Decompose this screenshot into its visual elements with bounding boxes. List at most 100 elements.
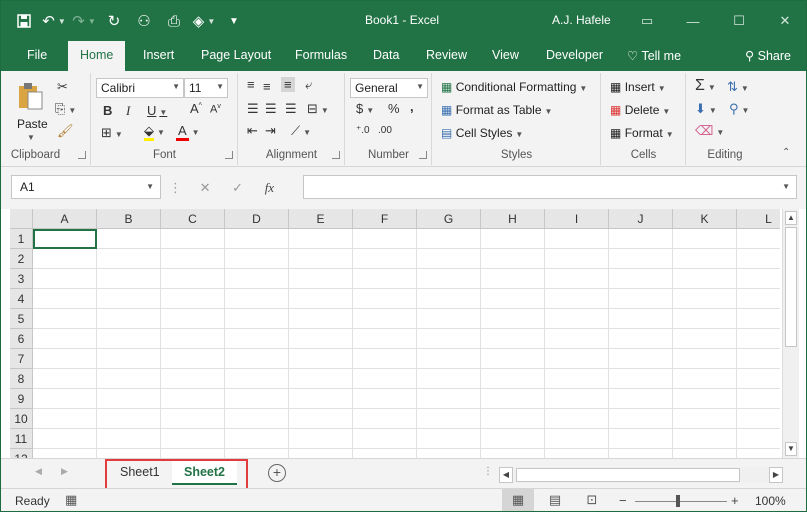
- scroll-right-icon[interactable]: ▶: [769, 467, 783, 483]
- comma-button[interactable]: ,: [410, 99, 414, 114]
- column-header[interactable]: H: [481, 209, 545, 229]
- formula-input[interactable]: ▼: [303, 175, 797, 199]
- clear-icon[interactable]: ⌫ ▼: [695, 123, 724, 139]
- sort-filter-icon[interactable]: ⇅ ▼: [727, 79, 749, 95]
- column-header[interactable]: J: [609, 209, 673, 229]
- print-preview-icon[interactable]: ⎙: [159, 10, 189, 32]
- close-icon[interactable]: ✕: [762, 1, 806, 41]
- number-launcher-icon[interactable]: [419, 151, 427, 159]
- fill-icon[interactable]: ⬇ ▼: [695, 101, 717, 117]
- normal-view-icon[interactable]: ▦: [502, 489, 534, 511]
- selected-cell[interactable]: [33, 229, 97, 249]
- tab-developer[interactable]: Developer: [546, 48, 603, 62]
- format-painter-icon[interactable]: 🖌︎: [57, 123, 74, 139]
- column-header[interactable]: D: [225, 209, 289, 229]
- increase-font-icon[interactable]: A^: [190, 101, 202, 116]
- italic-button[interactable]: I: [126, 103, 130, 119]
- percent-button[interactable]: %: [388, 101, 400, 116]
- splitter-icon[interactable]: ⋮: [169, 180, 182, 195]
- find-select-icon[interactable]: ⚲ ▼: [729, 101, 749, 117]
- bold-button[interactable]: B: [103, 103, 112, 118]
- tab-formulas[interactable]: Formulas: [295, 48, 347, 62]
- row-header[interactable]: 2: [10, 249, 33, 269]
- row-header[interactable]: 3: [10, 269, 33, 289]
- insert-function-icon[interactable]: fx: [265, 180, 274, 195]
- column-header[interactable]: I: [545, 209, 609, 229]
- tell-me-box[interactable]: ♡ Tell me: [627, 48, 681, 63]
- autosum-icon[interactable]: Σ ▼: [695, 77, 716, 95]
- cell-area[interactable]: [33, 229, 780, 458]
- decrease-font-icon[interactable]: Av: [210, 103, 221, 116]
- row-header[interactable]: 11: [10, 429, 33, 449]
- prev-sheet-icon[interactable]: ◀: [35, 466, 42, 477]
- tab-data[interactable]: Data: [373, 48, 399, 62]
- row-header[interactable]: 12: [10, 449, 33, 458]
- row-header[interactable]: 8: [10, 369, 33, 389]
- underline-button[interactable]: U ▼: [147, 103, 167, 118]
- tab-file[interactable]: File: [27, 48, 47, 62]
- fill-color-icon[interactable]: ◈ ▼: [189, 10, 219, 32]
- cell-styles-button[interactable]: ▤ Cell Styles ▼: [441, 126, 523, 140]
- zoom-out-icon[interactable]: −: [619, 493, 627, 508]
- share-button[interactable]: ⚲ Share: [745, 48, 791, 63]
- column-header[interactable]: F: [353, 209, 417, 229]
- column-header[interactable]: C: [161, 209, 225, 229]
- new-sheet-icon[interactable]: +: [268, 464, 286, 482]
- expand-formula-icon[interactable]: ▼: [782, 182, 790, 191]
- customize-icon[interactable]: ▼: [219, 10, 249, 32]
- ribbon-display-icon[interactable]: ▭: [624, 1, 670, 41]
- number-format-select[interactable]: General ▼: [350, 78, 428, 98]
- increase-decimal-icon[interactable]: ⁺.0: [356, 125, 370, 136]
- cancel-icon[interactable]: ✕: [200, 180, 211, 195]
- column-header[interactable]: A: [33, 209, 97, 229]
- accessibility-icon[interactable]: ⚇: [129, 10, 159, 32]
- horizontal-scroll-thumb[interactable]: [516, 468, 740, 482]
- align-right-icon[interactable]: ☰: [285, 101, 297, 117]
- conditional-formatting-button[interactable]: ▦ Conditional Formatting ▼: [441, 80, 587, 94]
- zoom-in-icon[interactable]: +: [731, 493, 739, 508]
- zoom-slider-thumb[interactable]: [676, 495, 680, 507]
- row-header[interactable]: 7: [10, 349, 33, 369]
- row-header[interactable]: 1: [10, 229, 33, 249]
- borders-icon[interactable]: ⊞ ▼: [101, 125, 123, 141]
- align-middle-icon[interactable]: ≡: [263, 79, 271, 94]
- zoom-level[interactable]: 100%: [755, 494, 786, 508]
- wrap-text-icon[interactable]: ⤶: [305, 77, 312, 93]
- orientation-icon[interactable]: ⟋ ▼: [291, 123, 311, 139]
- format-cells-button[interactable]: ▦ Format ▼: [610, 126, 674, 140]
- column-header[interactable]: E: [289, 209, 353, 229]
- font-name-select[interactable]: Calibri ▼: [96, 78, 184, 98]
- merge-center-icon[interactable]: ⊟ ▼: [307, 101, 329, 117]
- user-name[interactable]: A.J. Hafele: [552, 13, 611, 27]
- currency-button[interactable]: $ ▼: [356, 101, 374, 116]
- format-as-table-button[interactable]: ▦ Format as Table ▼: [441, 103, 552, 117]
- font-color-icon[interactable]: A ▼: [176, 123, 200, 141]
- tab-view[interactable]: View: [492, 48, 519, 62]
- enter-icon[interactable]: ✓: [232, 180, 243, 195]
- increase-indent-icon[interactable]: ⇥: [265, 123, 276, 139]
- undo-icon[interactable]: ↶ ▼: [39, 10, 69, 32]
- tab-review[interactable]: Review: [426, 48, 467, 62]
- align-top-icon[interactable]: ≡: [247, 77, 255, 92]
- clipboard-launcher-icon[interactable]: [78, 151, 86, 159]
- row-header[interactable]: 10: [10, 409, 33, 429]
- macro-record-icon[interactable]: ▦: [65, 492, 77, 508]
- page-break-view-icon[interactable]: ⊡: [576, 489, 608, 511]
- font-launcher-icon[interactable]: [225, 151, 233, 159]
- refresh-icon[interactable]: ↻: [99, 10, 129, 32]
- scroll-up-icon[interactable]: ▲: [785, 211, 797, 225]
- decrease-decimal-icon[interactable]: .00: [378, 125, 392, 136]
- save-icon[interactable]: [9, 10, 39, 32]
- row-header[interactable]: 5: [10, 309, 33, 329]
- collapse-ribbon-icon[interactable]: ⌃: [782, 147, 790, 158]
- tab-page-layout[interactable]: Page Layout: [201, 48, 271, 62]
- copy-icon[interactable]: ⎘ ▼: [55, 101, 76, 117]
- tab-splitter-icon[interactable]: ⋮: [483, 466, 493, 477]
- zoom-slider[interactable]: [635, 501, 727, 502]
- align-bottom-icon[interactable]: ≡: [281, 77, 295, 92]
- row-header[interactable]: 4: [10, 289, 33, 309]
- column-header[interactable]: G: [417, 209, 481, 229]
- maximize-icon[interactable]: ☐: [716, 1, 762, 41]
- decrease-indent-icon[interactable]: ⇤: [247, 123, 258, 139]
- column-header[interactable]: L: [737, 209, 780, 229]
